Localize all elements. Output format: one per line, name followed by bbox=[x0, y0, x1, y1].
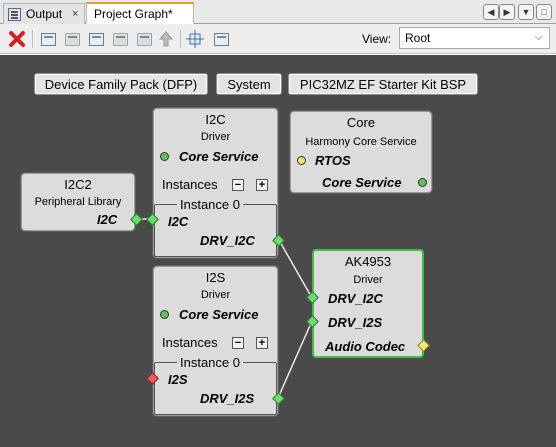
i2c2-subtitle: Peripheral Library bbox=[34, 196, 122, 208]
i2c2-port-label: I2C bbox=[97, 212, 118, 227]
move-out-button[interactable] bbox=[109, 28, 131, 50]
ak4953-node[interactable]: AK4953 Driver DRV_I2C DRV_I2S Audio Code… bbox=[312, 249, 424, 358]
remove-instance-button[interactable]: − bbox=[232, 337, 244, 349]
auto-arrange-button[interactable] bbox=[184, 28, 206, 50]
tab-list-menu-icon[interactable]: ▼ bbox=[518, 4, 534, 20]
core-service-capability-icon[interactable] bbox=[418, 178, 427, 187]
i2s-instance-label: Instance 0 bbox=[177, 355, 243, 370]
i2s-instances-label: Instances bbox=[162, 335, 218, 350]
add-instance-button[interactable]: + bbox=[256, 179, 268, 191]
tab-output-label: Output bbox=[26, 7, 63, 21]
audio-codec-label: Audio Codec bbox=[325, 339, 406, 354]
scroll-left-icon[interactable]: ◀ bbox=[483, 4, 499, 20]
tab-project-graph-label: Project Graph* bbox=[94, 6, 173, 21]
graph-canvas[interactable]: Device Family Pack (DFP) System PIC32MZ … bbox=[0, 55, 556, 447]
remove-instance-button[interactable]: − bbox=[232, 179, 244, 191]
bsp-button[interactable]: PIC32MZ EF Starter Kit BSP bbox=[288, 73, 478, 95]
core-service-dependency-icon[interactable] bbox=[160, 152, 169, 161]
view-select-value: Root bbox=[405, 31, 431, 45]
connection-wires bbox=[137, 218, 313, 399]
add-group-button[interactable] bbox=[61, 28, 83, 50]
i2s-core-service-dependency-icon[interactable] bbox=[160, 310, 169, 319]
core-subtitle: Harmony Core Service bbox=[305, 136, 417, 148]
i2s-in-port-label: I2S bbox=[168, 372, 188, 387]
rtos-label: RTOS bbox=[315, 153, 351, 168]
collapse-icon bbox=[136, 32, 152, 46]
core-node[interactable]: Core Harmony Core Service RTOS Core Serv… bbox=[290, 111, 432, 193]
wire-drv-i2c bbox=[278, 239, 313, 299]
wire-drv-i2s bbox=[277, 320, 313, 399]
i2c-driver-title: I2C bbox=[205, 112, 226, 127]
import-icon bbox=[88, 32, 104, 46]
i2c-instances-label: Instances bbox=[162, 177, 218, 192]
tab-output[interactable]: Output × bbox=[3, 3, 85, 24]
restore-window-icon[interactable]: □ bbox=[536, 4, 552, 20]
toolbar-separator bbox=[180, 30, 181, 48]
rtos-dependency-icon[interactable] bbox=[297, 156, 306, 165]
drv-i2s-out-port-label: DRV_I2S bbox=[200, 391, 255, 406]
i2c-core-service-label: Core Service bbox=[179, 149, 259, 164]
ak4953-subtitle: Driver bbox=[353, 274, 383, 286]
collapse-button[interactable] bbox=[133, 28, 155, 50]
i2c2-plib-node[interactable]: I2C2 Peripheral Library I2C bbox=[21, 173, 135, 231]
notes-icon bbox=[213, 32, 229, 46]
view-label: View: bbox=[362, 32, 392, 46]
ak4953-drv-i2s-label: DRV_I2S bbox=[328, 315, 383, 330]
arrange-icon bbox=[186, 30, 204, 48]
arrow-up-icon bbox=[159, 31, 173, 47]
move-out-icon bbox=[112, 32, 128, 46]
notes-button[interactable] bbox=[210, 28, 232, 50]
view-select[interactable]: Root ⌵ bbox=[399, 27, 550, 49]
move-up-button[interactable] bbox=[155, 28, 177, 50]
drv-i2c-out-port-label: DRV_I2C bbox=[200, 233, 255, 248]
add-component-icon bbox=[40, 32, 56, 46]
i2c-in-port-label: I2C bbox=[168, 214, 189, 229]
i2s-driver-node[interactable]: I2S Driver Core Service Instances − + In… bbox=[153, 266, 278, 416]
i2c2-title: I2C2 bbox=[64, 177, 92, 192]
chevron-down-icon: ⌵ bbox=[534, 31, 543, 43]
add-group-icon bbox=[64, 32, 80, 46]
ak4953-title: AK4953 bbox=[344, 254, 392, 269]
tab-output-close-icon[interactable]: × bbox=[72, 8, 78, 20]
ak4953-drv-i2c-label: DRV_I2C bbox=[328, 291, 383, 306]
system-button[interactable]: System bbox=[216, 73, 282, 95]
delete-button[interactable] bbox=[6, 28, 28, 50]
i2c-driver-node[interactable]: I2C Driver Core Service Instances − + In… bbox=[153, 108, 278, 258]
i2s-core-service-label: Core Service bbox=[179, 307, 259, 322]
device-family-pack-button[interactable]: Device Family Pack (DFP) bbox=[34, 73, 208, 95]
delete-x-icon bbox=[9, 31, 25, 47]
import-button[interactable] bbox=[85, 28, 107, 50]
i2c-instance-label: Instance 0 bbox=[177, 197, 243, 212]
tab-project-graph[interactable]: Project Graph* bbox=[86, 2, 194, 24]
core-service-provider-label: Core Service bbox=[322, 175, 402, 190]
toolbar-separator bbox=[32, 30, 33, 48]
core-title: Core bbox=[346, 115, 376, 130]
output-window-icon bbox=[8, 7, 21, 21]
scroll-right-icon[interactable]: ▶ bbox=[499, 4, 515, 20]
i2c-driver-subtitle: Driver bbox=[200, 131, 231, 143]
i2s-driver-subtitle: Driver bbox=[200, 289, 231, 301]
add-instance-button[interactable]: + bbox=[256, 337, 268, 349]
tab-strip: Output × Project Graph* ◀ ▶ ▼ □ bbox=[0, 0, 556, 24]
i2s-driver-title: I2S bbox=[205, 270, 226, 285]
add-component-button[interactable] bbox=[37, 28, 59, 50]
